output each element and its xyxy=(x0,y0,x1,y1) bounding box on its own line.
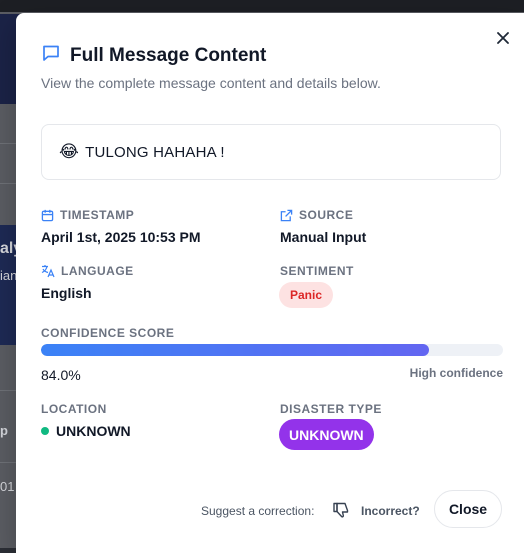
confidence-percent: 84.0% xyxy=(41,367,81,383)
background-topbar xyxy=(0,0,524,12)
calendar-icon xyxy=(41,209,54,221)
timestamp-value: April 1st, 2025 10:53 PM xyxy=(41,229,201,245)
language-label: LANGUAGE xyxy=(41,264,134,278)
message-content-box: 😂 TULONG HAHAHA ! xyxy=(41,124,501,180)
disaster-type-label: DISASTER TYPE xyxy=(280,402,382,416)
background-text-fragment: 01 xyxy=(0,479,15,494)
background-text-fragment: p xyxy=(0,423,8,438)
dialog-subtitle: View the complete message content and de… xyxy=(41,75,381,91)
background-text-fragment: ian xyxy=(0,268,18,283)
source-label: SOURCE xyxy=(280,208,353,222)
message-square-icon xyxy=(41,43,61,68)
close-button[interactable]: Close xyxy=(434,490,502,528)
incorrect-button[interactable]: Incorrect? xyxy=(361,504,420,518)
dialog-header: Full Message Content xyxy=(41,43,266,68)
disaster-type-badge: UNKNOWN xyxy=(279,419,374,450)
language-value: English xyxy=(41,285,92,301)
sentiment-badge: Panic xyxy=(279,282,334,308)
confidence-label: CONFIDENCE SCORE xyxy=(41,326,175,340)
message-text: TULONG HAHAHA ! xyxy=(85,143,225,161)
confidence-progress-bar xyxy=(41,344,503,356)
message-detail-dialog: Full Message Content View the complete m… xyxy=(16,13,524,553)
status-dot-icon xyxy=(41,427,49,435)
laughing-emoji-icon: 😂 xyxy=(59,142,80,161)
sentiment-label: SENTIMENT xyxy=(280,264,354,278)
confidence-progress-fill xyxy=(41,344,430,356)
location-row: UNKNOWN xyxy=(41,423,131,439)
external-link-icon xyxy=(280,209,293,221)
thumbs-down-icon[interactable] xyxy=(332,501,350,519)
close-icon[interactable] xyxy=(494,29,512,47)
suggest-correction-label: Suggest a correction: xyxy=(201,504,315,518)
confidence-note: High confidence xyxy=(409,366,503,380)
source-value: Manual Input xyxy=(280,229,367,245)
location-value: UNKNOWN xyxy=(56,423,131,439)
dialog-title: Full Message Content xyxy=(70,44,267,66)
translate-icon xyxy=(41,265,55,278)
location-label: LOCATION xyxy=(41,402,107,416)
timestamp-label: TIMESTAMP xyxy=(41,208,134,222)
